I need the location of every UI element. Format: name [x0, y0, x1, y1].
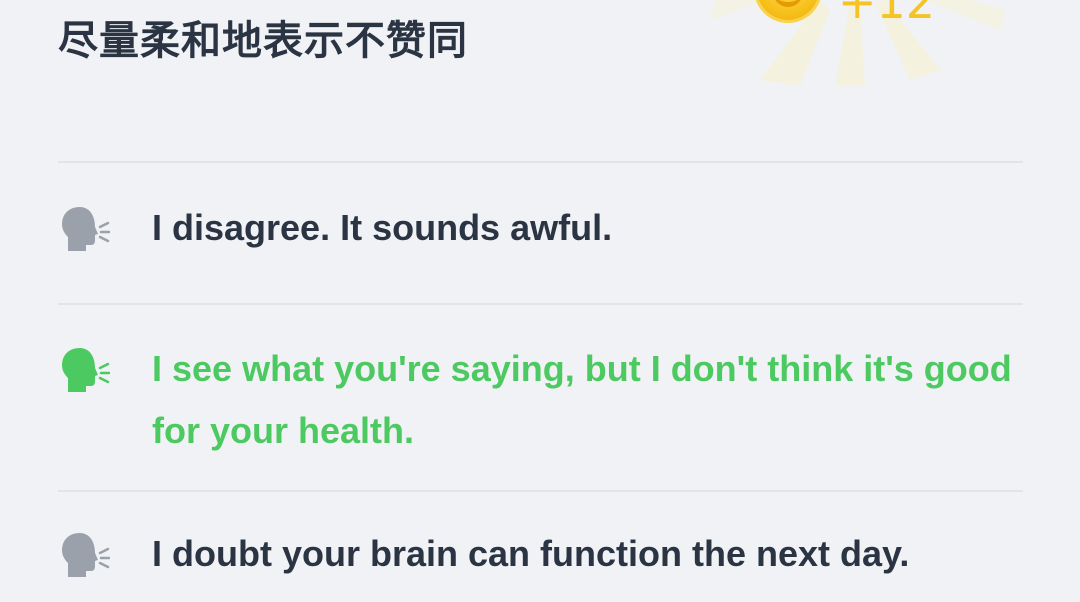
answer-option-text: I see what you're saying, but I don't th…	[152, 348, 1012, 451]
speaking-head-icon	[58, 305, 152, 394]
answer-option-3[interactable]: I doubt your brain can function the next…	[58, 490, 1023, 602]
answer-options-list: I disagree. It sounds awful. I see what …	[58, 161, 1023, 602]
speaking-head-icon	[58, 492, 152, 579]
answer-option-text: I doubt your brain can function the next…	[152, 533, 910, 574]
answer-option-1[interactable]: I disagree. It sounds awful.	[58, 161, 1023, 303]
answer-option-text: I disagree. It sounds awful.	[152, 207, 613, 248]
speaking-head-icon	[58, 163, 152, 253]
answer-option-2[interactable]: I see what you're saying, but I don't th…	[58, 303, 1023, 490]
points-earned: +12	[838, 0, 936, 29]
prompt-title: 尽量柔和地表示不赞同	[58, 18, 468, 64]
